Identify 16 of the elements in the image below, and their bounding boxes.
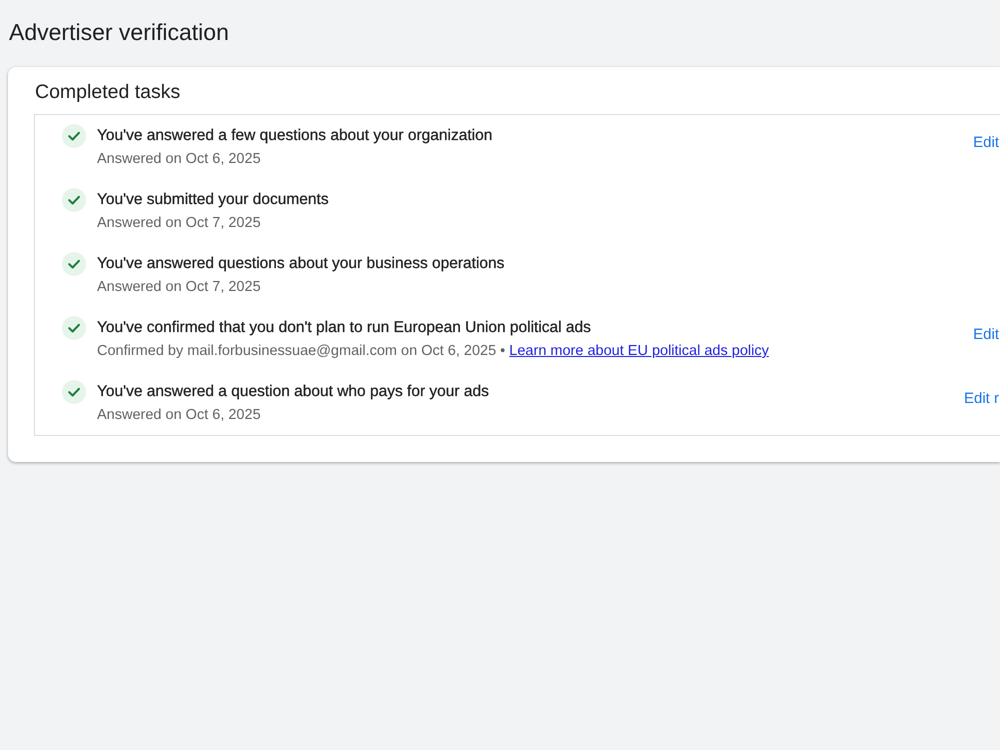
- task-title: You've answered questions about your business operations: [97, 254, 504, 274]
- task-detail: Answered on Oct 6, 2025: [97, 406, 261, 425]
- task-detail: Answered on Oct 7, 2025: [97, 214, 261, 233]
- edit-link[interactable]: Edit: [973, 324, 1000, 346]
- edit-link[interactable]: Edit: [973, 132, 1000, 154]
- task-detail: Confirmed by mail.forbusinessuae@gmail.com on Oct 6, 2025 • Learn more about EU political ads policy: [97, 342, 769, 361]
- section-heading: Completed tasks: [35, 80, 180, 104]
- task-detail: Answered on Oct 7, 2025: [97, 278, 261, 297]
- page-title: Advertiser verification: [9, 18, 229, 47]
- edit-link[interactable]: Edit r: [964, 388, 1000, 410]
- policy-link[interactable]: Learn more about EU political ads policy: [509, 343, 769, 359]
- task-title: You've confirmed that you don't plan to run European Union political ads: [97, 318, 591, 338]
- task-title: You've submitted your documents: [97, 190, 329, 210]
- task-title: You've answered a few questions about your organization: [97, 126, 492, 146]
- task-title: You've answered a question about who pays for your ads: [97, 382, 489, 402]
- task-detail: Answered on Oct 6, 2025: [97, 150, 261, 169]
